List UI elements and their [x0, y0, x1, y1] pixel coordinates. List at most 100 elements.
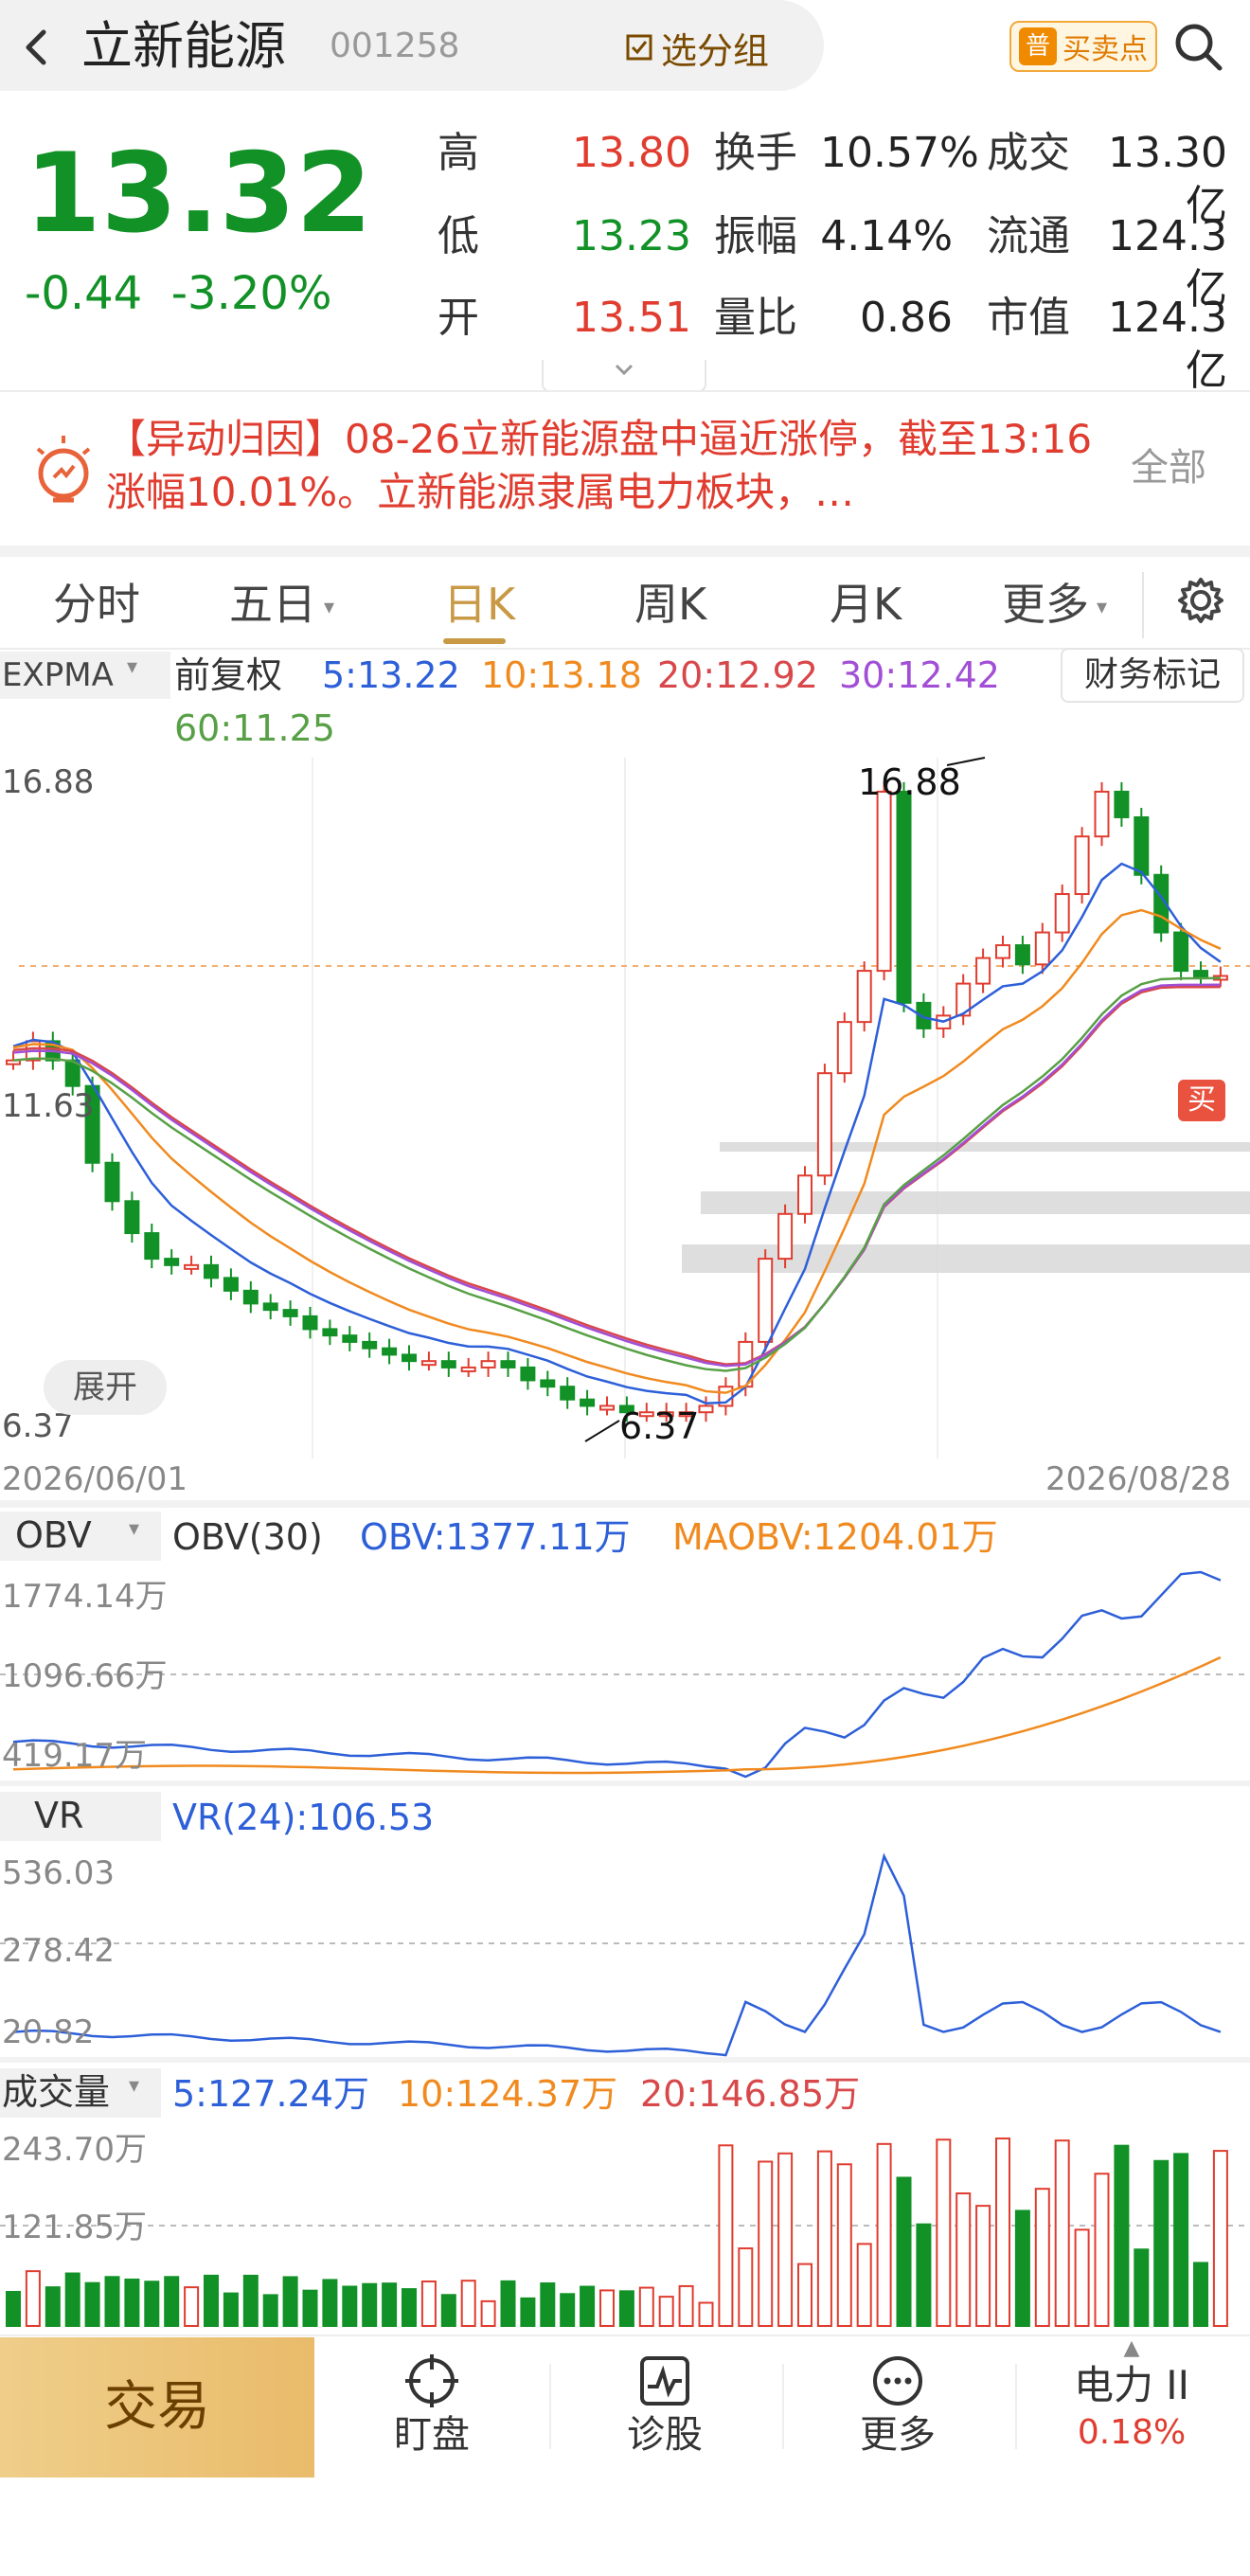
- candle: [184, 1263, 200, 1270]
- candle: [1074, 835, 1090, 896]
- candle: [322, 1328, 338, 1337]
- candle: [520, 1366, 536, 1382]
- volume-bar: [896, 2176, 912, 2328]
- candle: [500, 1360, 516, 1368]
- bs-badge: 普: [1019, 27, 1057, 65]
- volume-bar: [777, 2152, 794, 2327]
- search-icon[interactable]: [1169, 17, 1229, 78]
- news-text[interactable]: 【异动归因】08-26立新能源盘中逼近涨停，截至13:16涨幅10.01%。立新…: [106, 413, 1100, 519]
- tab-label: 月K: [830, 579, 902, 630]
- vr-indicator-selector[interactable]: VR: [0, 1792, 161, 1841]
- tab-label: 日K: [443, 579, 516, 630]
- current-price: 13.32: [25, 130, 372, 258]
- volume-bar: [678, 2284, 694, 2327]
- nav-label: 盯盘: [394, 2413, 470, 2457]
- candle: [1134, 815, 1150, 876]
- volume-bar: [540, 2281, 556, 2328]
- nav-more[interactable]: 更多: [812, 2347, 983, 2460]
- nav-watch[interactable]: 盯盘: [347, 2347, 517, 2460]
- checkbox-icon: [626, 34, 652, 61]
- tab-week-k[interactable]: 周K: [634, 576, 706, 633]
- stock-code: 001258: [330, 27, 460, 65]
- vr-value: VR(24):106.53: [172, 1797, 435, 1838]
- volume-bar: [480, 2299, 496, 2327]
- candle: [698, 1404, 714, 1414]
- change-value: -0.44: [25, 267, 143, 320]
- candle: [164, 1258, 180, 1266]
- volume-name: 成交量: [2, 2071, 111, 2113]
- candle: [1034, 931, 1050, 966]
- volume-bar: [500, 2280, 516, 2327]
- low-price-marker: 6.37: [619, 1405, 700, 1447]
- tab-label: 更多: [1002, 579, 1089, 630]
- candle: [599, 1404, 615, 1411]
- candle: [1173, 931, 1189, 973]
- candle: [975, 957, 991, 985]
- volume-bar: [124, 2278, 140, 2327]
- panel-separator: [0, 1780, 1250, 1786]
- stock-name: 立新能源: [81, 16, 286, 76]
- volume-bar: [876, 2142, 892, 2328]
- trade-button[interactable]: 交易: [0, 2337, 314, 2478]
- candle: [876, 790, 892, 973]
- volume-bar: [1094, 2173, 1110, 2328]
- pulse-chart-icon: [580, 2347, 750, 2409]
- volume-bar: [995, 2138, 1010, 2328]
- obv-indicator-selector[interactable]: OBV ▾: [0, 1512, 161, 1561]
- watchlist-group-button[interactable]: 选分组: [625, 21, 769, 74]
- nav-diagnose[interactable]: 诊股: [580, 2347, 750, 2460]
- candle: [560, 1386, 576, 1401]
- candle: [402, 1353, 417, 1363]
- volume-bar: [322, 2279, 338, 2328]
- tab-more[interactable]: 更多 ▾: [1002, 576, 1107, 636]
- volume-bar: [1212, 2150, 1228, 2327]
- gear-icon[interactable]: [1174, 574, 1227, 631]
- nav-divider: [1015, 2364, 1017, 2449]
- volume-bar: [84, 2281, 100, 2328]
- sector-change: 0.18%: [1077, 2413, 1187, 2452]
- volume-bar: [342, 2285, 358, 2327]
- low-label: 低: [438, 212, 479, 260]
- change-percent: -3.20%: [170, 267, 332, 320]
- volume-bar: [223, 2292, 239, 2328]
- candle: [282, 1309, 298, 1317]
- obv-name: OBV: [15, 1514, 92, 1556]
- volume-bar: [402, 2288, 417, 2327]
- candle: [242, 1289, 259, 1305]
- back-button[interactable]: [17, 19, 64, 76]
- tab-day-k[interactable]: 日K: [443, 576, 515, 633]
- more-dots-icon: [812, 2347, 983, 2409]
- header-bar: 立新能源 001258 选分组 普 买卖点: [0, 0, 1250, 95]
- volume-ma5: 5:127.24万: [172, 2073, 369, 2115]
- open-label: 开: [438, 294, 479, 342]
- candle: [777, 1212, 794, 1261]
- volume-bar: [1134, 2248, 1150, 2327]
- turnover-value: 10.57%: [820, 129, 979, 177]
- buy-sell-point-button[interactable]: 普 买卖点: [1009, 21, 1157, 72]
- volume-indicator-selector[interactable]: 成交量 ▾: [0, 2068, 161, 2118]
- expand-quote-tab[interactable]: [542, 360, 706, 392]
- volume-bar: [1014, 2209, 1030, 2327]
- buy-signal-marker[interactable]: 买: [1178, 1080, 1225, 1121]
- candle: [816, 1072, 832, 1177]
- vr-axis-top: 536.03: [2, 1854, 115, 1892]
- candle: [104, 1161, 120, 1203]
- candle: [797, 1174, 812, 1215]
- tab-month-k[interactable]: 月K: [830, 576, 902, 633]
- tab-intraday[interactable]: 分时: [53, 576, 140, 633]
- amplitude-label: 振幅: [714, 212, 797, 260]
- candle: [580, 1398, 596, 1407]
- sector-widget[interactable]: ▲ 电力 II 0.18%: [1032, 2337, 1231, 2455]
- volume-bar: [758, 2160, 774, 2328]
- volume-bar: [420, 2280, 437, 2328]
- active-tab-indicator: [443, 638, 506, 644]
- expand-button[interactable]: 展开: [44, 1360, 167, 1415]
- volume-bar: [45, 2286, 61, 2327]
- candle: [382, 1347, 398, 1356]
- obv-value: OBV:1377.11万: [360, 1516, 631, 1558]
- tab-five-day[interactable]: 五日 ▾: [229, 576, 334, 636]
- nav-label: 诊股: [627, 2413, 703, 2457]
- high-value: 13.80: [572, 129, 691, 177]
- news-all-link[interactable]: 全部: [1131, 441, 1206, 494]
- candle: [1014, 944, 1030, 966]
